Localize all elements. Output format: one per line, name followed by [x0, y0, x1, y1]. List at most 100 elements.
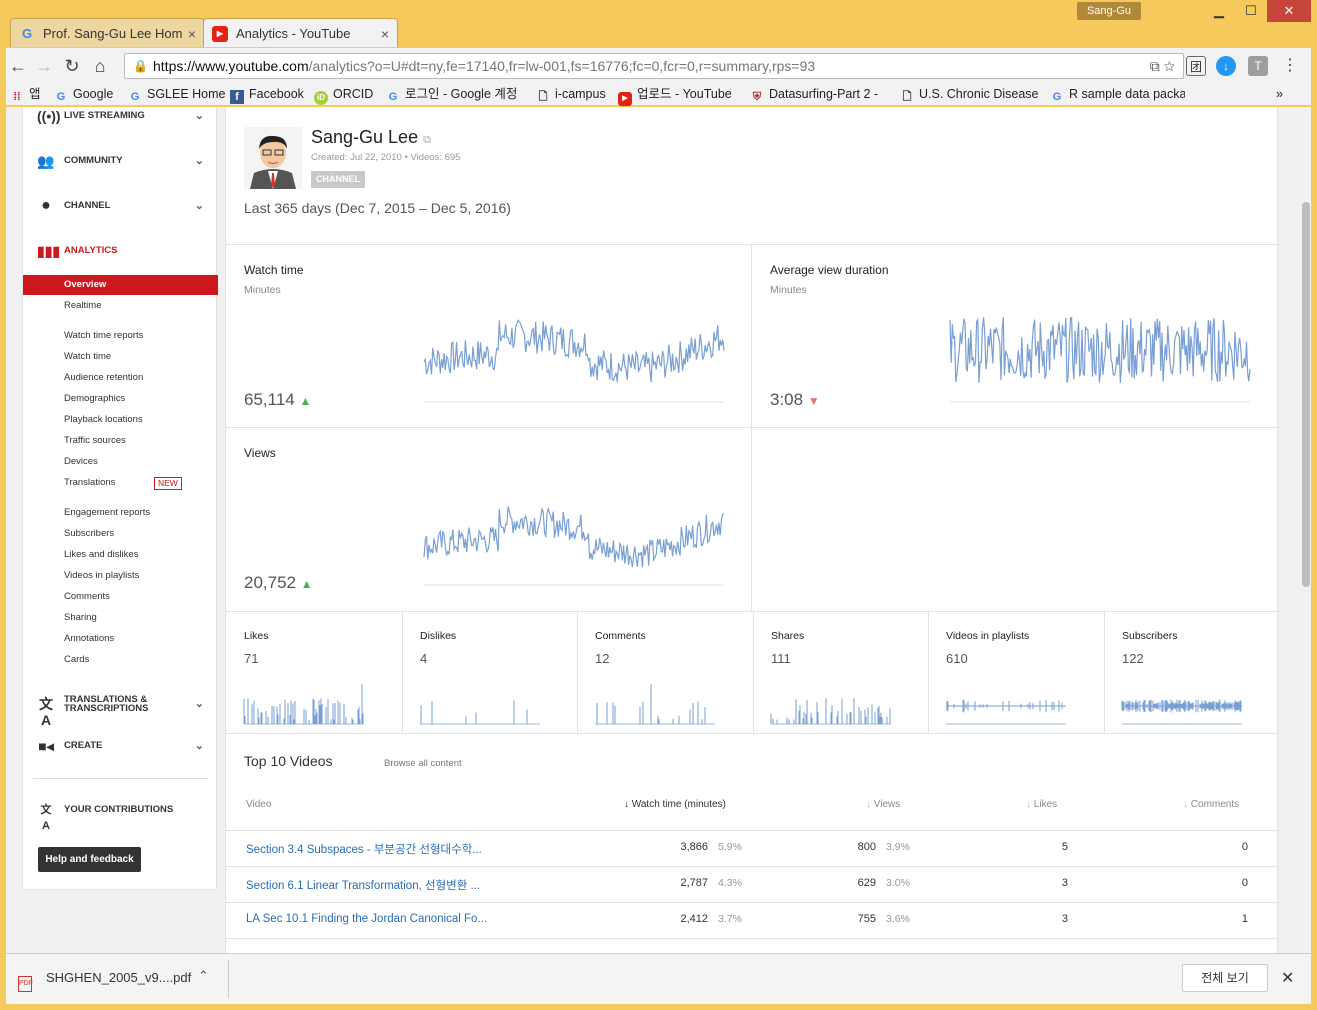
- close-icon[interactable]: ×: [188, 19, 196, 49]
- metric-title: Likes: [244, 630, 269, 642]
- column-header-views[interactable]: ↓ Views: [866, 799, 900, 810]
- sidebar-item-videos-in-playlists[interactable]: Videos in playlists: [23, 566, 218, 586]
- sidebar-item-audience-retention[interactable]: Audience retention: [23, 368, 218, 388]
- sidebar-item-watch-time[interactable]: Watch time: [23, 347, 218, 367]
- close-icon[interactable]: ×: [381, 19, 389, 49]
- column-header-watch-time[interactable]: ↓ Watch time (minutes): [624, 799, 726, 810]
- table-row[interactable]: LA Sec 10.1 Finding the Jordan Canonical…: [226, 902, 1279, 938]
- sidebar-item-annotations[interactable]: Annotations: [23, 629, 218, 649]
- sidebar-item-likes-dislikes[interactable]: Likes and dislikes: [23, 545, 218, 565]
- bookmark-r-sample[interactable]: G R sample data packa: [1050, 84, 1185, 106]
- views-percent: 3.0%: [886, 877, 910, 889]
- sparkline: [946, 699, 1066, 725]
- t-extension-icon[interactable]: T: [1248, 56, 1268, 76]
- column-header-video[interactable]: Video: [246, 799, 271, 810]
- sidebar-item-live-streaming[interactable]: ((•)) LIVE STREAMING ⌄: [23, 107, 218, 128]
- forward-icon[interactable]: →: [32, 54, 56, 78]
- sidebar-item-translations[interactable]: Translations NEW: [23, 473, 218, 493]
- bookmark-apps[interactable]: ⁞⁞ 앱: [10, 84, 40, 106]
- avatar[interactable]: [244, 127, 302, 189]
- sidebar-item-your-contributions[interactable]: 文A YOUR CONTRIBUTIONS: [23, 798, 218, 832]
- bookmark-label: Facebook: [249, 87, 304, 101]
- sidebar-item-engagement-reports[interactable]: Engagement reports: [23, 503, 218, 523]
- video-title-link[interactable]: Section 3.4 Subspaces - 부분공간 선형대수학...: [246, 841, 482, 857]
- sidebar-item-devices[interactable]: Devices: [23, 452, 218, 472]
- video-title-link[interactable]: Section 6.1 Linear Transformation, 선형변환 …: [246, 877, 480, 893]
- bookmark-datasurfing[interactable]: ⛨ Datasurfing-Part 2 -: [750, 84, 890, 106]
- bookmark-label: 로그인 - Google 계정: [405, 87, 518, 101]
- sidebar-item-realtime[interactable]: Realtime: [23, 296, 218, 316]
- sparkline-path: [420, 700, 528, 724]
- scrollbar-thumb[interactable]: [1302, 202, 1310, 587]
- watch-time-value: 2,412: [680, 913, 708, 925]
- views-percent: 3.6%: [886, 913, 910, 925]
- extension-icon[interactable]: 团: [1186, 56, 1206, 76]
- sidebar-item-create[interactable]: ■◂ CREATE ⌄: [23, 734, 218, 758]
- sidebar-item-traffic-sources[interactable]: Traffic sources: [23, 431, 218, 451]
- date-range: Last 365 days (Dec 7, 2015 – Dec 5, 2016…: [244, 200, 511, 216]
- sidebar-item-subscribers[interactable]: Subscribers: [23, 524, 218, 544]
- sidebar-item-overview[interactable]: Overview: [23, 275, 218, 295]
- close-window-icon[interactable]: ✕: [1267, 0, 1311, 22]
- translate-and-star-icons[interactable]: ⧉ ☆: [1150, 54, 1175, 78]
- user-badge[interactable]: Sang-Gu: [1076, 2, 1141, 20]
- sidebar: ((•)) LIVE STREAMING ⌄ 👥 COMMUNITY ⌄ ● C…: [22, 107, 218, 890]
- video-title-link[interactable]: LA Sec 10.1 Finding the Jordan Canonical…: [246, 913, 487, 925]
- download-extension-icon[interactable]: ↓: [1216, 56, 1236, 76]
- chevron-down-icon: ⌄: [194, 155, 204, 167]
- sidebar-item-watch-time-reports[interactable]: Watch time reports: [23, 326, 218, 346]
- sidebar-item-comments[interactable]: Comments: [23, 587, 218, 607]
- sidebar-item-cards[interactable]: Cards: [23, 650, 218, 670]
- back-icon[interactable]: ←: [6, 54, 30, 78]
- reload-icon[interactable]: ↻: [60, 54, 84, 78]
- bookmark-orcid[interactable]: iD ORCID: [314, 84, 373, 106]
- browse-all-content-link[interactable]: Browse all content: [384, 758, 462, 769]
- bookmark-sglee-home[interactable]: G SGLEE Home: [128, 84, 226, 106]
- views-value: 800: [857, 841, 876, 853]
- bookmark-chronic-disease[interactable]: 🗋 U.S. Chronic Disease: [900, 84, 1038, 106]
- bookmark-i-campus[interactable]: 🗋 i-campus: [536, 84, 606, 106]
- column-header-likes[interactable]: ↓ Likes: [1026, 799, 1057, 810]
- bookmark-youtube-upload[interactable]: ▶ 업로드 - YouTube: [618, 84, 732, 106]
- table-row[interactable]: Section 3.4 Subspaces - 부분공간 선형대수학... 3,8…: [226, 830, 1279, 866]
- sidebar-section-label: LIVE STREAMING: [64, 110, 145, 121]
- google-icon: G: [130, 91, 140, 103]
- table-row[interactable]: Section 6.1 Linear Transformation, 선형변환 …: [226, 866, 1279, 902]
- metric-value: 71: [244, 651, 259, 666]
- bookmarks-more[interactable]: »: [1276, 84, 1283, 106]
- window-controls: ▁ ☐ ✕: [1203, 0, 1311, 22]
- views-percent: 3.9%: [886, 841, 910, 853]
- sidebar-item-demographics[interactable]: Demographics: [23, 389, 218, 409]
- bookmark-google[interactable]: G Google: [54, 84, 114, 106]
- sidebar-item-community[interactable]: 👥 COMMUNITY ⌄: [23, 149, 218, 173]
- watch-time-value: 3,866: [680, 841, 708, 853]
- community-icon: 👥: [37, 153, 55, 169]
- metric-title: Views: [244, 446, 276, 460]
- sidebar-item-analytics[interactable]: ▮▮▮ ANALYTICS: [23, 239, 218, 263]
- metric-value: 610: [946, 651, 968, 666]
- divider: [1104, 611, 1105, 733]
- download-item[interactable]: PDF SHGHEN_2005_v9....pdf: [18, 970, 191, 992]
- bookmark-google-login[interactable]: G 로그인 - Google 계정: [386, 84, 518, 106]
- show-all-downloads-button[interactable]: 전체 보기: [1182, 964, 1268, 992]
- bookmark-facebook[interactable]: f Facebook: [230, 84, 304, 106]
- maximize-icon[interactable]: ☐: [1235, 0, 1267, 22]
- sidebar-item-sharing[interactable]: Sharing: [23, 608, 218, 628]
- close-icon[interactable]: ✕: [1281, 968, 1294, 988]
- chevron-up-icon[interactable]: ⌃: [198, 968, 209, 984]
- tab-analytics-youtube[interactable]: ▶ Analytics - YouTube ×: [203, 18, 398, 47]
- home-icon[interactable]: ⌂: [88, 54, 112, 78]
- external-link-icon[interactable]: ⧉: [423, 134, 431, 146]
- facebook-icon: f: [230, 90, 244, 104]
- menu-kebab-icon[interactable]: ⋮: [1280, 56, 1300, 76]
- sidebar-item-channel[interactable]: ● CHANNEL ⌄: [23, 194, 218, 218]
- address-bar[interactable]: 🔒 https://www.youtube.com/analytics?o=U#…: [124, 53, 1184, 79]
- tab-sglee-home[interactable]: G Prof. Sang-Gu Lee Home ×: [10, 18, 205, 47]
- scrollbar[interactable]: [1301, 107, 1311, 953]
- channel-name[interactable]: Sang-Gu Lee ⧉: [311, 127, 431, 148]
- minimize-icon[interactable]: ▁: [1203, 0, 1235, 22]
- sidebar-item-translations-transcriptions[interactable]: 文A TRANSLATIONS & TRANSCRIPTIONS ⌄: [23, 689, 218, 728]
- sidebar-item-playback-locations[interactable]: Playback locations: [23, 410, 218, 430]
- column-header-comments[interactable]: ↓ Comments: [1183, 799, 1239, 810]
- help-feedback-button[interactable]: Help and feedback: [38, 847, 141, 872]
